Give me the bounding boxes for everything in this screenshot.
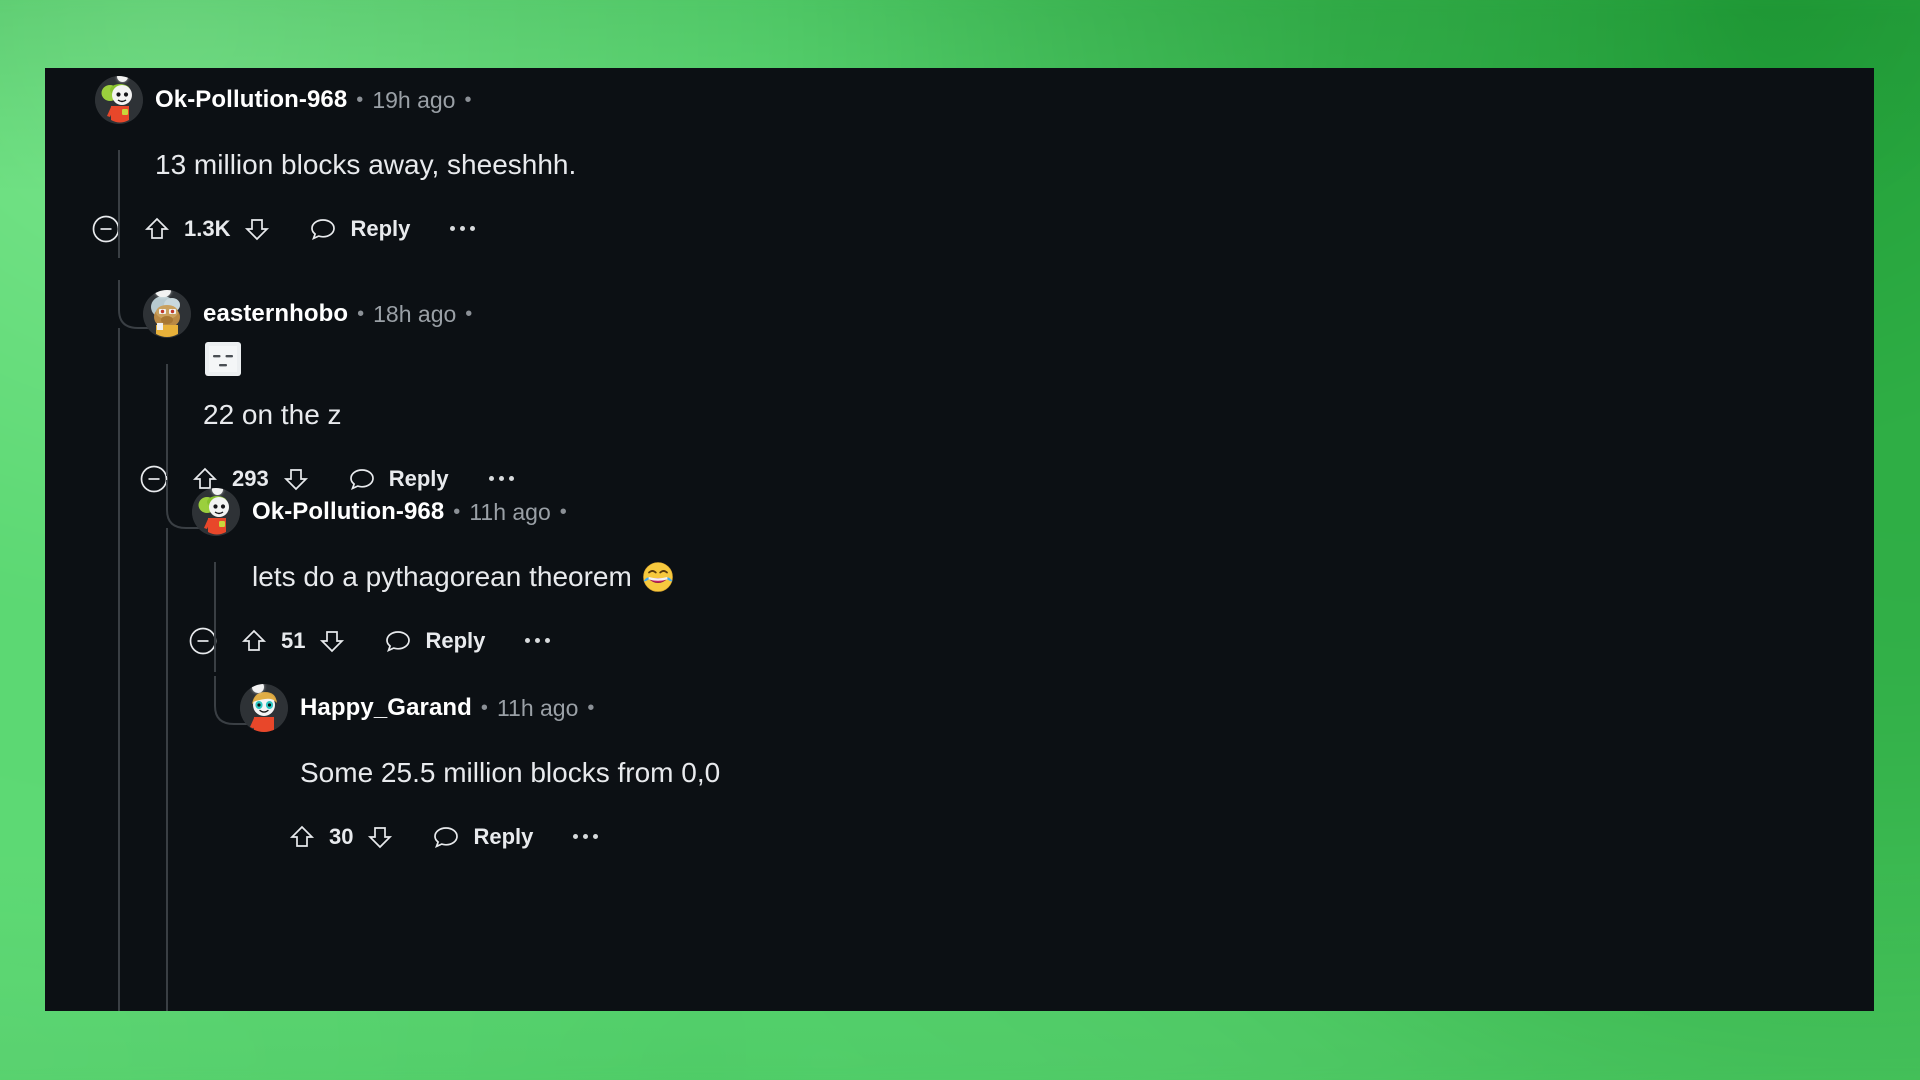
comment-body: lets do a pythagorean theorem <box>252 560 674 594</box>
comment-header: Ok-Pollution-968 • 19h ago • <box>95 76 576 124</box>
comment-easternhobo-18h[interactable]: easternhobo • 18h ago • 22 on the z 293 … <box>140 290 514 496</box>
comment-actions: 1.3K Reply <box>89 212 576 246</box>
dot-2 <box>460 226 466 232</box>
upvote-button[interactable] <box>238 625 270 657</box>
comment-ok-pollution-968-19h[interactable]: Ok-Pollution-968 • 19h ago • 13 million … <box>92 76 576 246</box>
comment-bubble-icon <box>434 826 459 848</box>
separator-dot-end: • <box>587 696 595 719</box>
separator-dot: • <box>357 302 365 325</box>
dot-3 <box>470 226 476 232</box>
avatar[interactable] <box>240 684 288 732</box>
comment-timestamp: 11h ago <box>496 694 579 721</box>
reply-label: Reply <box>350 215 411 241</box>
downvote-button[interactable] <box>241 213 273 245</box>
comment-actions: 30 Reply <box>286 820 720 854</box>
dot-2 <box>583 834 589 840</box>
avatar[interactable] <box>143 290 191 338</box>
dot-1 <box>525 638 531 644</box>
upvote-button[interactable] <box>286 821 318 853</box>
separator-dot: • <box>356 88 364 111</box>
more-options-button[interactable] <box>450 226 476 232</box>
comment-text: Some 25.5 million blocks from 0,0 <box>300 757 721 788</box>
separator-dot: • <box>453 500 461 523</box>
vote-group: 1.3K <box>141 213 273 245</box>
dot-3 <box>508 476 514 482</box>
vote-group: 30 <box>286 821 396 853</box>
comment-header: Happy_Garand • 11h ago • <box>240 684 720 732</box>
upvote-button[interactable] <box>141 213 173 245</box>
comment-bubble-icon <box>386 630 411 652</box>
vote-score: 1.3K <box>184 215 231 241</box>
comment-bubble-icon <box>311 218 336 240</box>
comment-username[interactable]: easternhobo <box>203 300 348 328</box>
comment-header: easternhobo • 18h ago • <box>143 290 514 338</box>
reply-label: Reply <box>473 823 534 849</box>
more-options-button[interactable] <box>573 834 599 840</box>
comment-username[interactable]: Happy_Garand <box>300 694 472 722</box>
downvote-button[interactable] <box>364 821 396 853</box>
comment-timestamp: 18h ago <box>373 300 457 327</box>
comment-timestamp: 11h ago <box>469 498 551 525</box>
comment-happy-garand-11h[interactable]: Happy_Garand • 11h ago • Some 25.5 milli… <box>240 684 720 854</box>
thread-line-depth-1-lower <box>166 528 168 1011</box>
avatar[interactable] <box>192 488 240 536</box>
face-with-tears-of-joy-icon <box>642 561 674 593</box>
avatar[interactable] <box>95 76 143 124</box>
comment-text: 22 on the z <box>203 399 342 430</box>
reply-button[interactable]: Reply <box>432 823 533 851</box>
separator-dot-end: • <box>464 88 472 111</box>
flair-expressionless-face-icon <box>205 342 241 376</box>
vote-group: 51 <box>238 625 348 657</box>
dot-2 <box>498 476 504 482</box>
downvote-button[interactable] <box>316 625 348 657</box>
dot-3 <box>545 638 551 644</box>
comment-body: Some 25.5 million blocks from 0,0 <box>300 756 720 790</box>
dot-2 <box>535 638 541 644</box>
dot-1 <box>450 226 456 232</box>
reply-button[interactable]: Reply <box>309 215 410 243</box>
separator-dot: • <box>480 696 488 719</box>
comment-actions: 51 Reply <box>186 624 674 658</box>
comment-text: 13 million blocks away, sheeshhh. <box>155 149 577 180</box>
comment-username[interactable]: Ok-Pollution-968 <box>155 86 347 114</box>
comment-body: 13 million blocks away, sheeshhh. <box>155 148 576 182</box>
separator-dot-end: • <box>559 500 567 523</box>
comment-text: lets do a pythagorean theorem <box>252 561 632 592</box>
dot-1 <box>488 476 494 482</box>
comment-header: Ok-Pollution-968 • 11h ago • <box>192 488 674 536</box>
thread-line-depth-1 <box>166 364 168 476</box>
user-flair[interactable] <box>205 342 514 376</box>
more-options-button[interactable] <box>488 476 514 482</box>
reply-label: Reply <box>425 627 486 653</box>
vote-score: 30 <box>329 823 354 849</box>
vote-score: 51 <box>281 627 306 653</box>
dot-1 <box>573 834 579 840</box>
reply-button[interactable]: Reply <box>384 627 485 655</box>
comment-body: 22 on the z <box>203 398 514 432</box>
reddit-comment-thread-panel: Ok-Pollution-968 • 19h ago • 13 million … <box>45 68 1874 1011</box>
separator-dot-end: • <box>465 302 473 325</box>
comment-username[interactable]: Ok-Pollution-968 <box>252 498 444 526</box>
thread-line-depth-2 <box>214 562 216 672</box>
thread-line-depth-0-lower <box>118 328 120 1011</box>
thread-line-depth-0 <box>118 150 120 258</box>
comment-timestamp: 19h ago <box>372 86 456 113</box>
more-options-button[interactable] <box>525 638 551 644</box>
dot-3 <box>593 834 599 840</box>
comment-ok-pollution-968-11h[interactable]: Ok-Pollution-968 • 11h ago • lets do a p… <box>189 488 674 658</box>
